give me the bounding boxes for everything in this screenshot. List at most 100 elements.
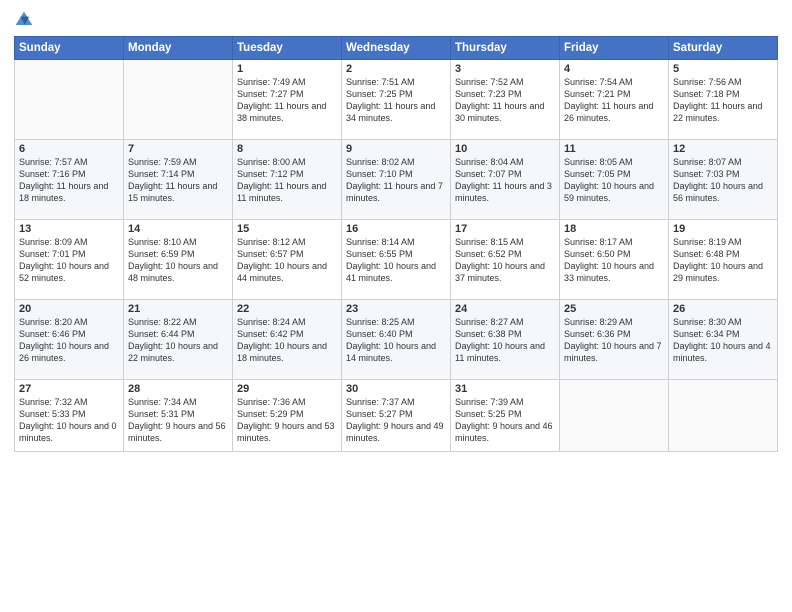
calendar-cell: 10Sunrise: 8:04 AMSunset: 7:07 PMDayligh… xyxy=(451,140,560,220)
calendar-table: SundayMondayTuesdayWednesdayThursdayFrid… xyxy=(14,36,778,452)
day-info: Sunrise: 8:05 AMSunset: 7:05 PMDaylight:… xyxy=(564,156,664,205)
calendar-container: SundayMondayTuesdayWednesdayThursdayFrid… xyxy=(0,0,792,612)
day-number: 7 xyxy=(128,143,228,155)
calendar-cell: 31Sunrise: 7:39 AMSunset: 5:25 PMDayligh… xyxy=(451,380,560,452)
weekday-header-friday: Friday xyxy=(560,37,669,60)
calendar-cell: 14Sunrise: 8:10 AMSunset: 6:59 PMDayligh… xyxy=(124,220,233,300)
day-info: Sunrise: 8:10 AMSunset: 6:59 PMDaylight:… xyxy=(128,236,228,285)
day-number: 28 xyxy=(128,383,228,395)
calendar-cell: 3Sunrise: 7:52 AMSunset: 7:23 PMDaylight… xyxy=(451,60,560,140)
calendar-week-row: 6Sunrise: 7:57 AMSunset: 7:16 PMDaylight… xyxy=(15,140,778,220)
day-info: Sunrise: 7:51 AMSunset: 7:25 PMDaylight:… xyxy=(346,76,446,125)
day-info: Sunrise: 8:30 AMSunset: 6:34 PMDaylight:… xyxy=(673,316,773,365)
calendar-cell: 30Sunrise: 7:37 AMSunset: 5:27 PMDayligh… xyxy=(342,380,451,452)
day-info: Sunrise: 8:20 AMSunset: 6:46 PMDaylight:… xyxy=(19,316,119,365)
day-info: Sunrise: 8:00 AMSunset: 7:12 PMDaylight:… xyxy=(237,156,337,205)
weekday-header-wednesday: Wednesday xyxy=(342,37,451,60)
header xyxy=(14,10,778,30)
day-number: 13 xyxy=(19,223,119,235)
calendar-cell: 28Sunrise: 7:34 AMSunset: 5:31 PMDayligh… xyxy=(124,380,233,452)
day-info: Sunrise: 7:57 AMSunset: 7:16 PMDaylight:… xyxy=(19,156,119,205)
day-number: 26 xyxy=(673,303,773,315)
calendar-cell: 2Sunrise: 7:51 AMSunset: 7:25 PMDaylight… xyxy=(342,60,451,140)
day-number: 14 xyxy=(128,223,228,235)
day-info: Sunrise: 7:56 AMSunset: 7:18 PMDaylight:… xyxy=(673,76,773,125)
day-info: Sunrise: 8:15 AMSunset: 6:52 PMDaylight:… xyxy=(455,236,555,285)
calendar-cell: 29Sunrise: 7:36 AMSunset: 5:29 PMDayligh… xyxy=(233,380,342,452)
day-number: 6 xyxy=(19,143,119,155)
day-number: 12 xyxy=(673,143,773,155)
day-info: Sunrise: 8:27 AMSunset: 6:38 PMDaylight:… xyxy=(455,316,555,365)
day-info: Sunrise: 8:24 AMSunset: 6:42 PMDaylight:… xyxy=(237,316,337,365)
day-number: 25 xyxy=(564,303,664,315)
calendar-cell: 23Sunrise: 8:25 AMSunset: 6:40 PMDayligh… xyxy=(342,300,451,380)
day-number: 8 xyxy=(237,143,337,155)
calendar-cell: 19Sunrise: 8:19 AMSunset: 6:48 PMDayligh… xyxy=(669,220,778,300)
calendar-cell: 25Sunrise: 8:29 AMSunset: 6:36 PMDayligh… xyxy=(560,300,669,380)
day-info: Sunrise: 8:02 AMSunset: 7:10 PMDaylight:… xyxy=(346,156,446,205)
calendar-week-row: 20Sunrise: 8:20 AMSunset: 6:46 PMDayligh… xyxy=(15,300,778,380)
calendar-week-row: 27Sunrise: 7:32 AMSunset: 5:33 PMDayligh… xyxy=(15,380,778,452)
weekday-header-monday: Monday xyxy=(124,37,233,60)
calendar-cell: 24Sunrise: 8:27 AMSunset: 6:38 PMDayligh… xyxy=(451,300,560,380)
calendar-cell: 21Sunrise: 8:22 AMSunset: 6:44 PMDayligh… xyxy=(124,300,233,380)
calendar-cell: 18Sunrise: 8:17 AMSunset: 6:50 PMDayligh… xyxy=(560,220,669,300)
calendar-header-row: SundayMondayTuesdayWednesdayThursdayFrid… xyxy=(15,37,778,60)
weekday-header-saturday: Saturday xyxy=(669,37,778,60)
day-number: 30 xyxy=(346,383,446,395)
day-info: Sunrise: 8:09 AMSunset: 7:01 PMDaylight:… xyxy=(19,236,119,285)
day-info: Sunrise: 8:17 AMSunset: 6:50 PMDaylight:… xyxy=(564,236,664,285)
calendar-cell: 5Sunrise: 7:56 AMSunset: 7:18 PMDaylight… xyxy=(669,60,778,140)
day-number: 11 xyxy=(564,143,664,155)
calendar-cell xyxy=(124,60,233,140)
day-number: 19 xyxy=(673,223,773,235)
day-number: 17 xyxy=(455,223,555,235)
calendar-cell: 17Sunrise: 8:15 AMSunset: 6:52 PMDayligh… xyxy=(451,220,560,300)
calendar-cell xyxy=(669,380,778,452)
calendar-cell: 1Sunrise: 7:49 AMSunset: 7:27 PMDaylight… xyxy=(233,60,342,140)
calendar-cell: 27Sunrise: 7:32 AMSunset: 5:33 PMDayligh… xyxy=(15,380,124,452)
calendar-week-row: 13Sunrise: 8:09 AMSunset: 7:01 PMDayligh… xyxy=(15,220,778,300)
day-number: 5 xyxy=(673,63,773,75)
day-info: Sunrise: 7:39 AMSunset: 5:25 PMDaylight:… xyxy=(455,396,555,445)
day-number: 24 xyxy=(455,303,555,315)
calendar-cell xyxy=(560,380,669,452)
day-number: 22 xyxy=(237,303,337,315)
day-info: Sunrise: 7:36 AMSunset: 5:29 PMDaylight:… xyxy=(237,396,337,445)
day-number: 20 xyxy=(19,303,119,315)
day-info: Sunrise: 7:34 AMSunset: 5:31 PMDaylight:… xyxy=(128,396,228,445)
day-info: Sunrise: 8:25 AMSunset: 6:40 PMDaylight:… xyxy=(346,316,446,365)
calendar-cell: 13Sunrise: 8:09 AMSunset: 7:01 PMDayligh… xyxy=(15,220,124,300)
calendar-cell: 16Sunrise: 8:14 AMSunset: 6:55 PMDayligh… xyxy=(342,220,451,300)
day-info: Sunrise: 7:54 AMSunset: 7:21 PMDaylight:… xyxy=(564,76,664,125)
weekday-header-sunday: Sunday xyxy=(15,37,124,60)
day-number: 10 xyxy=(455,143,555,155)
calendar-cell: 22Sunrise: 8:24 AMSunset: 6:42 PMDayligh… xyxy=(233,300,342,380)
calendar-cell: 7Sunrise: 7:59 AMSunset: 7:14 PMDaylight… xyxy=(124,140,233,220)
logo-icon xyxy=(14,10,34,30)
calendar-cell: 20Sunrise: 8:20 AMSunset: 6:46 PMDayligh… xyxy=(15,300,124,380)
logo xyxy=(14,10,36,30)
calendar-cell: 9Sunrise: 8:02 AMSunset: 7:10 PMDaylight… xyxy=(342,140,451,220)
day-number: 29 xyxy=(237,383,337,395)
day-number: 31 xyxy=(455,383,555,395)
day-info: Sunrise: 7:32 AMSunset: 5:33 PMDaylight:… xyxy=(19,396,119,445)
calendar-cell: 11Sunrise: 8:05 AMSunset: 7:05 PMDayligh… xyxy=(560,140,669,220)
day-info: Sunrise: 7:59 AMSunset: 7:14 PMDaylight:… xyxy=(128,156,228,205)
day-info: Sunrise: 7:52 AMSunset: 7:23 PMDaylight:… xyxy=(455,76,555,125)
weekday-header-tuesday: Tuesday xyxy=(233,37,342,60)
day-number: 2 xyxy=(346,63,446,75)
day-info: Sunrise: 8:07 AMSunset: 7:03 PMDaylight:… xyxy=(673,156,773,205)
day-info: Sunrise: 8:19 AMSunset: 6:48 PMDaylight:… xyxy=(673,236,773,285)
calendar-cell xyxy=(15,60,124,140)
calendar-week-row: 1Sunrise: 7:49 AMSunset: 7:27 PMDaylight… xyxy=(15,60,778,140)
calendar-cell: 4Sunrise: 7:54 AMSunset: 7:21 PMDaylight… xyxy=(560,60,669,140)
day-info: Sunrise: 8:14 AMSunset: 6:55 PMDaylight:… xyxy=(346,236,446,285)
calendar-cell: 12Sunrise: 8:07 AMSunset: 7:03 PMDayligh… xyxy=(669,140,778,220)
calendar-cell: 15Sunrise: 8:12 AMSunset: 6:57 PMDayligh… xyxy=(233,220,342,300)
day-number: 3 xyxy=(455,63,555,75)
day-number: 16 xyxy=(346,223,446,235)
calendar-cell: 8Sunrise: 8:00 AMSunset: 7:12 PMDaylight… xyxy=(233,140,342,220)
day-info: Sunrise: 8:22 AMSunset: 6:44 PMDaylight:… xyxy=(128,316,228,365)
day-info: Sunrise: 8:04 AMSunset: 7:07 PMDaylight:… xyxy=(455,156,555,205)
